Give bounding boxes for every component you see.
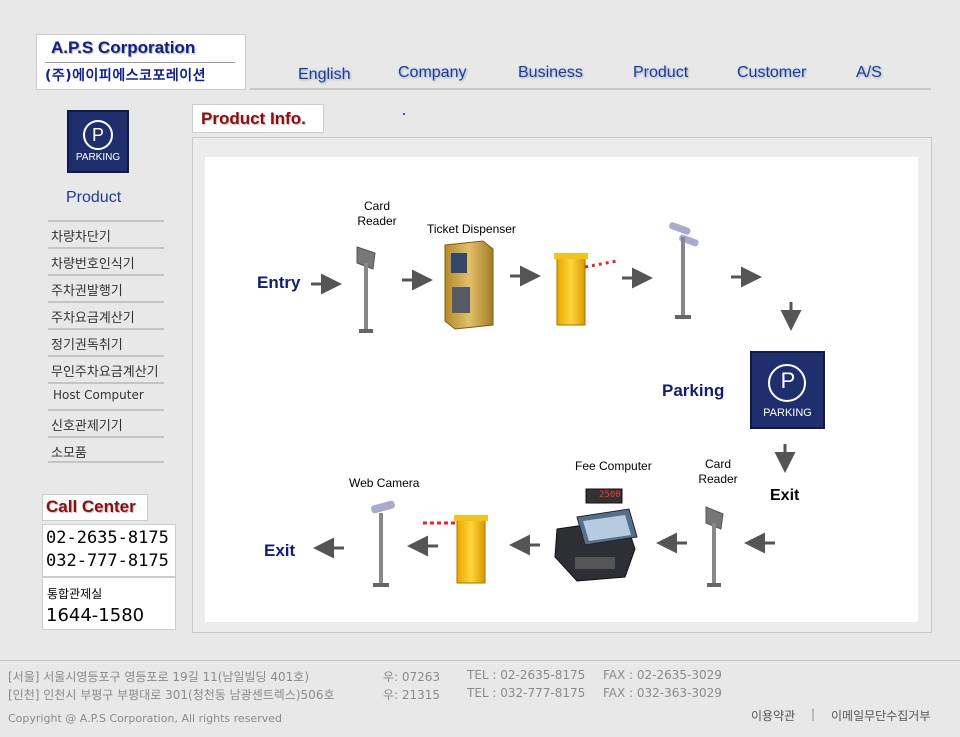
footer-incheon-address: [인천] 인천시 부평구 부평대로 301(청천동 남광센트렉스)506호: [8, 688, 335, 702]
sidebar-menu: 차량차단기 차량번호인식기 주차권발행기 주차요금계산기 정기권독취기 무인주차…: [48, 220, 164, 463]
logo-korean: (주)에이피에스코포레이션: [45, 68, 206, 84]
camera-pole: [669, 222, 699, 319]
ticket-dispenser-label: Ticket Dispenser: [427, 222, 516, 236]
call-center-box: 02-2635-8175 032-777-8175 통합관제실 1644-158…: [42, 524, 176, 630]
parking-sign-letter: P: [780, 368, 796, 393]
nav-company[interactable]: Company: [398, 64, 466, 82]
nav-customer[interactable]: Customer: [737, 64, 806, 82]
card-reader-device: [356, 246, 376, 333]
phone-incheon: 032-777-8175: [46, 551, 169, 571]
decorative-dot: [403, 113, 405, 115]
terms-link[interactable]: 이용약관: [751, 707, 795, 724]
nav-business[interactable]: Business: [518, 64, 583, 82]
footer-copyright: Copyright @ A.P.S Corporation, All right…: [8, 712, 282, 725]
fee-computer-device: [554, 488, 638, 582]
product-info-title: Product Info.: [192, 104, 324, 133]
exit-label-right: Exit: [770, 487, 800, 504]
card-reader-label: Card Reader: [357, 199, 397, 228]
sidebar-item-signal-control[interactable]: 신호관제기기: [48, 409, 164, 436]
entry-label: Entry: [257, 273, 301, 292]
call-center-title: Call Center: [42, 494, 148, 521]
phone-seoul: 02-2635-8175: [46, 528, 169, 548]
footer-divider: [0, 660, 960, 661]
diagram-graphics: [311, 222, 825, 587]
barrier-gate-2: [423, 515, 488, 584]
footer-seoul-tel: TEL : 02-2635-8175: [467, 668, 586, 682]
sidebar-item-consumables[interactable]: 소모품: [48, 436, 164, 463]
fee-computer-label: Fee Computer: [575, 459, 652, 473]
company-logo[interactable]: A.P.S Corporation (주)에이피에스코포레이션: [36, 34, 246, 90]
sidebar-item-pass-reader[interactable]: 정기권독취기: [48, 328, 164, 355]
nav-as[interactable]: A/S: [856, 64, 882, 82]
footer-seoul-zip: 우: 07263: [383, 670, 441, 684]
web-camera-pole: [371, 500, 395, 587]
sidebar-item-unmanned-fee-computer[interactable]: 무인주차요금계산기: [48, 355, 164, 382]
sidebar-item-fee-computer[interactable]: 주차요금계산기: [48, 301, 164, 328]
footer-incheon-fax: FAX : 032-363-3029: [603, 686, 722, 700]
sidebar-item-barrier[interactable]: 차량차단기: [48, 220, 164, 247]
call-center-divider: [43, 576, 175, 578]
sidebar-item-plate-recognizer[interactable]: 차량번호인식기: [48, 247, 164, 274]
parking-letter: P: [83, 120, 113, 150]
email-policy-link[interactable]: 이메일무단수집거부: [831, 707, 930, 724]
sidebar-item-host-computer[interactable]: Host Computer: [48, 382, 164, 409]
sidebar-item-ticket-dispenser[interactable]: 주차권발행기: [48, 274, 164, 301]
sidebar-title: Product: [66, 189, 122, 206]
card-reader-device-2: [705, 506, 724, 587]
control-room-label: 통합관제실: [47, 587, 103, 601]
barrier-gate: [554, 253, 618, 326]
web-camera-label: Web Camera: [349, 476, 420, 490]
footer-incheon-tel: TEL : 032-777-8175: [467, 686, 586, 700]
parking-label: Parking: [662, 381, 725, 400]
footer-incheon-zip: 우: 21315: [383, 688, 441, 702]
nav-underline: [250, 88, 931, 90]
ticket-dispenser-device: [444, 240, 494, 330]
nav-english[interactable]: English: [298, 66, 350, 84]
logo-divider: [45, 62, 235, 63]
parking-icon-text: PARKING: [75, 152, 121, 163]
nav-product[interactable]: Product: [633, 64, 688, 82]
footer-seoul-fax: FAX : 02-2635-3029: [603, 668, 722, 682]
fee-display: 2500: [599, 490, 621, 500]
exit-label-left: Exit: [264, 541, 296, 560]
logo-english: A.P.S Corporation: [51, 38, 196, 57]
parking-category-icon: P PARKING: [67, 110, 129, 173]
parking-flow-diagram: Entry Card Reader Ticket Dispenser Parki…: [205, 157, 918, 622]
footer-seoul-address: [서울] 서울시영등포구 영등포로 19길 11(남일빌딩 401호): [8, 670, 310, 684]
parking-sign-text: PARKING: [763, 407, 812, 419]
footer-separator: |: [811, 707, 816, 721]
phone-control-room: 1644-1580: [46, 605, 145, 626]
card-reader-label-2: Card Reader: [698, 457, 738, 486]
